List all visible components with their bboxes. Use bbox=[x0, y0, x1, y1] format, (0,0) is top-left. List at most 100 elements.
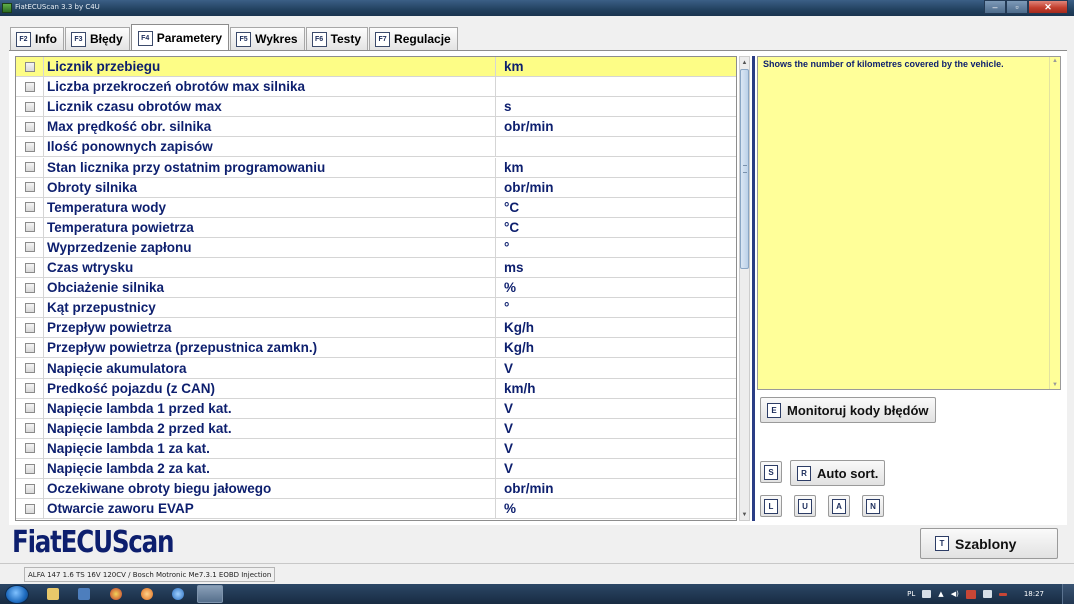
table-row[interactable]: Obciażenie silnika% bbox=[16, 278, 736, 299]
parameter-unit: V bbox=[504, 461, 514, 477]
table-row[interactable]: Stan licznika przy ostatnim programowani… bbox=[16, 157, 736, 178]
row-checkbox[interactable] bbox=[24, 282, 35, 293]
tab-info[interactable]: F2 Info bbox=[10, 27, 64, 50]
description-scrollbar[interactable]: ▲ ▼ bbox=[1049, 57, 1060, 389]
row-checkbox[interactable] bbox=[24, 81, 35, 92]
parameter-unit: obr/min bbox=[504, 119, 554, 135]
row-checkbox-cell bbox=[16, 479, 44, 499]
row-checkbox[interactable] bbox=[24, 503, 35, 514]
templates-button[interactable]: T Szablony bbox=[920, 528, 1058, 559]
l-button[interactable]: L bbox=[760, 495, 782, 517]
network-icon[interactable] bbox=[982, 590, 992, 598]
table-row[interactable]: Czas wtrysku ms bbox=[16, 258, 736, 279]
a-button[interactable]: A bbox=[828, 495, 850, 517]
row-checkbox[interactable] bbox=[24, 242, 35, 253]
tab-regulacje[interactable]: F7 Regulacje bbox=[369, 27, 458, 50]
monitor-dtc-button[interactable]: E Monitoruj kody błędów bbox=[760, 397, 936, 423]
table-row[interactable]: Oczekiwane obroty biegu jałowego obr/min bbox=[16, 479, 736, 500]
row-checkbox[interactable] bbox=[24, 121, 35, 132]
row-checkbox[interactable] bbox=[24, 101, 35, 112]
fiatecuscan-task-button[interactable] bbox=[197, 585, 223, 603]
clock[interactable]: 18:27 bbox=[1024, 590, 1044, 598]
scroll-down-icon[interactable]: ▼ bbox=[1052, 382, 1058, 388]
scroll-up-icon[interactable]: ▲ bbox=[1052, 58, 1058, 64]
row-checkbox[interactable] bbox=[24, 162, 35, 173]
table-row[interactable]: Przepływ powietrza Kg/h bbox=[16, 318, 736, 339]
table-row[interactable]: Licznik przebiegu km bbox=[16, 57, 736, 78]
keyboard-icon[interactable] bbox=[922, 590, 932, 598]
parameter-unit: % bbox=[504, 280, 517, 296]
n-button[interactable]: N bbox=[862, 495, 884, 517]
media-icon[interactable] bbox=[78, 588, 90, 600]
row-checkbox[interactable] bbox=[24, 141, 35, 152]
auto-sort-button[interactable]: R Auto sort. bbox=[790, 460, 886, 486]
table-row[interactable]: Napięcie akumulatora V bbox=[16, 358, 736, 379]
chrome-icon[interactable] bbox=[110, 588, 122, 600]
parameter-name: Liczba przekroczeń obrotów max silnika bbox=[44, 77, 496, 97]
panel-splitter[interactable] bbox=[752, 56, 755, 521]
sort-s-button[interactable]: S bbox=[760, 461, 782, 483]
table-row[interactable]: Licznik czasu obrotów max s bbox=[16, 97, 736, 118]
table-row[interactable]: Napięcie lambda 1 przed kat. V bbox=[16, 398, 736, 419]
folder-icon[interactable] bbox=[47, 588, 59, 600]
table-row[interactable]: Obroty silnika obr/min bbox=[16, 177, 736, 198]
maximize-button[interactable]: ▫ bbox=[1006, 0, 1028, 14]
table-row[interactable]: Liczba przekroczeń obrotów max silnika bbox=[16, 77, 736, 98]
volume-icon[interactable]: ◀) bbox=[951, 590, 959, 598]
table-row[interactable]: Kąt przepustnicy ° bbox=[16, 298, 736, 319]
table-row[interactable]: Napięcie lambda 2 przed kat. V bbox=[16, 418, 736, 439]
row-checkbox[interactable] bbox=[24, 342, 35, 353]
tab-testy[interactable]: F6 Testy bbox=[305, 27, 369, 50]
table-row[interactable]: Temperatura powietrza °C bbox=[16, 217, 736, 238]
table-scrollbar[interactable]: ▲ ▼ bbox=[739, 56, 750, 521]
scroll-down-icon[interactable]: ▼ bbox=[740, 509, 749, 520]
table-row[interactable]: Napięcie lambda 1 za kat. V bbox=[16, 438, 736, 459]
row-checkbox[interactable] bbox=[24, 463, 35, 474]
row-checkbox[interactable] bbox=[24, 322, 35, 333]
row-checkbox[interactable] bbox=[24, 403, 35, 414]
firefox-icon[interactable] bbox=[141, 588, 153, 600]
table-row[interactable]: Otwarcie zaworu EVAP% bbox=[16, 499, 736, 520]
table-row[interactable]: Napięcie lambda 2 za kat. V bbox=[16, 459, 736, 480]
row-checkbox[interactable] bbox=[24, 182, 35, 193]
table-row[interactable]: Ilość ponownych zapisów bbox=[16, 137, 736, 158]
table-row[interactable]: Predkość pojazdu (z CAN) km/h bbox=[16, 378, 736, 399]
tab-parametery[interactable]: F4 Parametery bbox=[130, 24, 230, 51]
scroll-thumb[interactable] bbox=[740, 69, 749, 269]
show-desktop-button[interactable] bbox=[1062, 584, 1074, 604]
row-checkbox[interactable] bbox=[24, 202, 35, 213]
parameter-name: Czas wtrysku bbox=[44, 258, 496, 278]
parameter-name: Max prędkość obr. silnika bbox=[44, 117, 496, 137]
row-checkbox[interactable] bbox=[24, 483, 35, 494]
fkey-icon: F6 bbox=[311, 31, 327, 47]
tab-b-dy[interactable]: F3 Błędy bbox=[65, 27, 130, 50]
row-checkbox[interactable] bbox=[24, 262, 35, 273]
row-checkbox[interactable] bbox=[24, 302, 35, 313]
tab-label: Parametery bbox=[156, 31, 223, 45]
table-row[interactable]: Wyprzedzenie zapłonu ° bbox=[16, 237, 736, 258]
flag-icon[interactable] bbox=[965, 589, 976, 599]
row-checkbox[interactable] bbox=[24, 222, 35, 233]
row-checkbox[interactable] bbox=[24, 383, 35, 394]
close-button[interactable]: ✕ bbox=[1028, 0, 1068, 14]
battery-icon[interactable] bbox=[998, 592, 1007, 596]
table-row[interactable]: Max prędkość obr. silnika obr/min bbox=[16, 117, 736, 138]
row-checkbox-cell bbox=[16, 197, 44, 217]
table-row[interactable]: Temperatura wody °C bbox=[16, 197, 736, 218]
parameter-name: Stan licznika przy ostatnim programowani… bbox=[44, 157, 496, 177]
ie-icon[interactable] bbox=[172, 588, 184, 600]
minimize-button[interactable]: – bbox=[984, 0, 1006, 14]
table-row[interactable]: Przepływ powietrza (przepustnica zamkn.)… bbox=[16, 338, 736, 359]
row-checkbox[interactable] bbox=[24, 423, 35, 434]
title-bar: FiatECUScan 3.3 by C4U – ▫ ✕ bbox=[0, 0, 1074, 16]
row-checkbox[interactable] bbox=[24, 443, 35, 454]
parameter-unit: km bbox=[504, 59, 524, 75]
tray-arrow-icon[interactable]: ▲ bbox=[938, 590, 943, 598]
row-checkbox[interactable] bbox=[24, 363, 35, 374]
start-icon[interactable] bbox=[5, 585, 29, 604]
tab-wykres[interactable]: F5 Wykres bbox=[230, 27, 305, 50]
row-checkbox[interactable] bbox=[24, 61, 35, 72]
language-indicator[interactable]: PL bbox=[907, 590, 915, 598]
u-button[interactable]: U bbox=[794, 495, 816, 517]
scroll-up-icon[interactable]: ▲ bbox=[740, 57, 749, 68]
